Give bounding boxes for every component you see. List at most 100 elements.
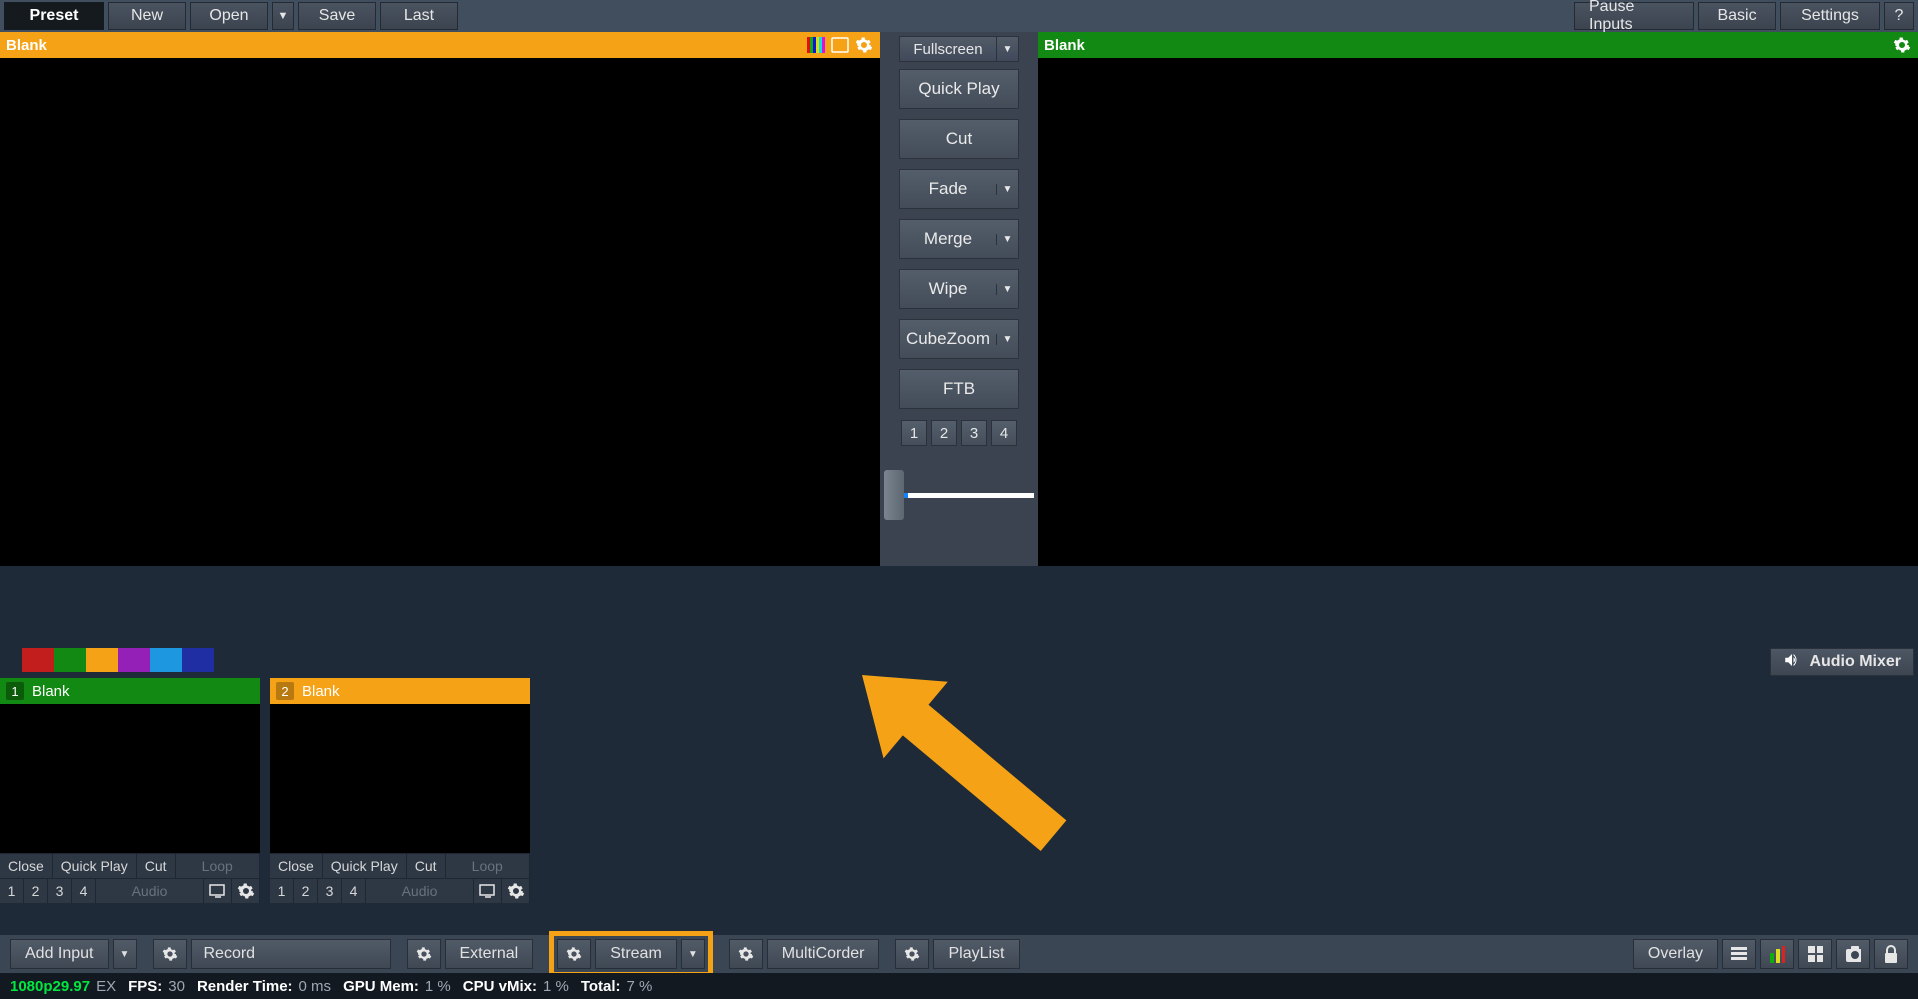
wipe-button[interactable]: Wipe▼: [899, 269, 1019, 309]
input-1-loop-button[interactable]: Loop: [176, 854, 260, 878]
grid-view-icon[interactable]: [1798, 939, 1832, 969]
fade-button[interactable]: Fade▼: [899, 169, 1019, 209]
input-2-controls: Close Quick Play Cut Loop 1 2 3 4 Audio: [270, 853, 530, 903]
t-bar-handle[interactable]: [884, 470, 904, 520]
colour-tab-purple[interactable]: [118, 648, 150, 672]
stream-dropdown[interactable]: ▼: [681, 939, 705, 969]
input-1-quickplay-button[interactable]: Quick Play: [53, 854, 137, 878]
preview-title: Blank: [6, 37, 47, 54]
new-button[interactable]: New: [108, 2, 186, 30]
input-2-ov4-button[interactable]: 4: [342, 879, 366, 903]
record-button[interactable]: Record: [191, 939, 391, 969]
input-1-close-button[interactable]: Close: [0, 854, 53, 878]
add-input-button[interactable]: Add Input: [10, 939, 109, 969]
input-1-ov2-button[interactable]: 2: [24, 879, 48, 903]
overlay-2-button[interactable]: 2: [931, 420, 957, 446]
colour-tab-green[interactable]: [54, 648, 86, 672]
input-2-ov2-button[interactable]: 2: [294, 879, 318, 903]
last-button[interactable]: Last: [380, 2, 458, 30]
input-2-monitor-icon[interactable]: [474, 879, 502, 903]
status-ex: EX: [96, 978, 116, 995]
snapshot-icon[interactable]: [1836, 939, 1870, 969]
help-button[interactable]: ?: [1884, 2, 1914, 30]
display-icon[interactable]: [830, 35, 850, 55]
lock-icon[interactable]: [1874, 939, 1908, 969]
input-2-ov1-button[interactable]: 1: [270, 879, 294, 903]
bottom-right-group: Overlay: [1633, 939, 1908, 969]
input-2-quickplay-button[interactable]: Quick Play: [323, 854, 407, 878]
record-gear-icon[interactable]: [153, 939, 187, 969]
merge-dropdown[interactable]: ▼: [996, 234, 1018, 245]
status-gpu-label: GPU Mem:: [343, 978, 419, 995]
wipe-dropdown[interactable]: ▼: [996, 284, 1018, 295]
multicorder-button[interactable]: MultiCorder: [767, 939, 880, 969]
status-gpu: 1 %: [425, 978, 451, 995]
colour-bars-icon[interactable]: [806, 35, 826, 55]
playlist-button[interactable]: PlayList: [933, 939, 1019, 969]
t-bar[interactable]: [884, 470, 1034, 520]
preview-gear-icon[interactable]: [854, 35, 874, 55]
input-1-preview[interactable]: [0, 704, 260, 853]
speaker-icon: [1783, 651, 1801, 674]
input-2-loop-button[interactable]: Loop: [446, 854, 530, 878]
input-1-monitor-icon[interactable]: [204, 879, 232, 903]
stream-button[interactable]: Stream: [595, 939, 677, 969]
cubezoom-button[interactable]: CubeZoom▼: [899, 319, 1019, 359]
merge-button[interactable]: Merge▼: [899, 219, 1019, 259]
quick-play-button[interactable]: Quick Play: [899, 69, 1019, 109]
input-1-header[interactable]: 1 Blank: [0, 678, 260, 704]
fullscreen-dropdown[interactable]: ▼: [997, 36, 1019, 62]
multicorder-gear-icon[interactable]: [729, 939, 763, 969]
colour-tab-red[interactable]: [22, 648, 54, 672]
external-button[interactable]: External: [445, 939, 534, 969]
stream-highlight: Stream ▼: [549, 931, 713, 977]
output-gear-icon[interactable]: [1892, 35, 1912, 55]
overlay-button[interactable]: Overlay: [1633, 939, 1718, 969]
input-2-header[interactable]: 2 Blank: [270, 678, 530, 704]
basic-button[interactable]: Basic: [1698, 2, 1776, 30]
colour-tab-navy[interactable]: [182, 648, 214, 672]
input-2-ov3-button[interactable]: 3: [318, 879, 342, 903]
top-settings-button[interactable]: Settings: [1780, 2, 1880, 30]
input-1-ov3-button[interactable]: 3: [48, 879, 72, 903]
cut-button[interactable]: Cut: [899, 119, 1019, 159]
status-fps: 30: [168, 978, 185, 995]
pause-inputs-button[interactable]: Pause Inputs: [1574, 2, 1694, 30]
colour-category-tabs: [22, 648, 214, 672]
status-fps-label: FPS:: [128, 978, 162, 995]
input-1-audio-button[interactable]: Audio: [96, 879, 204, 903]
input-2-audio-button[interactable]: Audio: [366, 879, 474, 903]
fullscreen-button[interactable]: Fullscreen ▼: [899, 36, 1019, 62]
input-2-preview[interactable]: [270, 704, 530, 853]
fade-dropdown[interactable]: ▼: [996, 184, 1018, 195]
input-2-title: Blank: [302, 683, 340, 700]
input-1-ov1-button[interactable]: 1: [0, 879, 24, 903]
stream-gear-icon[interactable]: [557, 939, 591, 969]
ftb-button[interactable]: FTB: [899, 369, 1019, 409]
overlay-1-button[interactable]: 1: [901, 420, 927, 446]
list-view-icon[interactable]: [1722, 939, 1756, 969]
playlist-gear-icon[interactable]: [895, 939, 929, 969]
input-1-title: Blank: [32, 683, 70, 700]
meter-icon[interactable]: [1760, 939, 1794, 969]
input-1-cut-button[interactable]: Cut: [137, 854, 176, 878]
colour-tab-orange[interactable]: [86, 648, 118, 672]
save-button[interactable]: Save: [298, 2, 376, 30]
audio-mixer-button[interactable]: Audio Mixer: [1770, 648, 1914, 676]
open-dropdown[interactable]: ▼: [272, 2, 294, 30]
input-1-ov4-button[interactable]: 4: [72, 879, 96, 903]
external-gear-icon[interactable]: [407, 939, 441, 969]
cubezoom-dropdown[interactable]: ▼: [996, 334, 1018, 345]
colour-tab-blue[interactable]: [150, 648, 182, 672]
inputs-row: 1 Blank Close Quick Play Cut Loop 1 2 3 …: [0, 678, 530, 903]
input-2-close-button[interactable]: Close: [270, 854, 323, 878]
overlay-3-button[interactable]: 3: [961, 420, 987, 446]
open-button[interactable]: Open: [190, 2, 268, 30]
input-2-cut-button[interactable]: Cut: [407, 854, 446, 878]
input-1-gear-icon[interactable]: [232, 879, 260, 903]
input-2-gear-icon[interactable]: [502, 879, 530, 903]
add-input-dropdown[interactable]: ▼: [113, 939, 137, 969]
overlay-4-button[interactable]: 4: [991, 420, 1017, 446]
input-1-number: 1: [6, 682, 24, 700]
status-bar: 1080p29.97 EX FPS: 30 Render Time: 0 ms …: [0, 973, 1918, 999]
